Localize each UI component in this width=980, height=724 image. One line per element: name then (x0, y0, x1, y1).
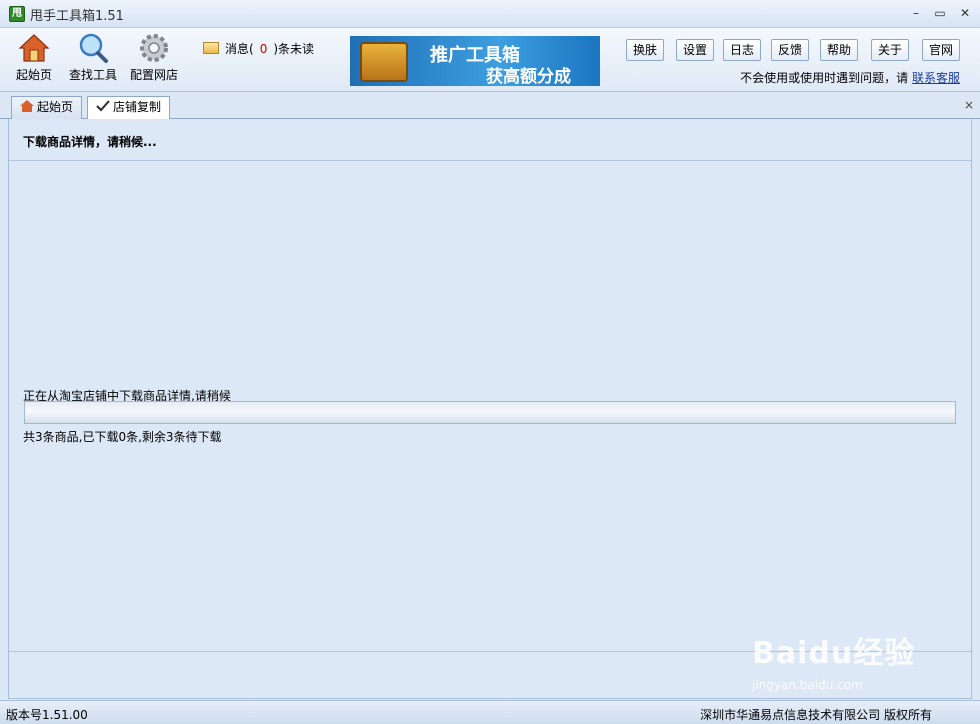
version-label: 版本号1.51.00 (6, 708, 88, 722)
window-title: 甩手工具箱1.51 (30, 9, 124, 24)
magnifier-icon (79, 33, 108, 63)
maximize-button[interactable]: ▭ (930, 4, 950, 22)
settings-button[interactable]: 设置 (676, 39, 715, 61)
tab-shop-copy-label: 店铺复制 (113, 100, 162, 114)
find-tools-button[interactable]: 查找工具 (65, 32, 121, 88)
main-panel: 下载商品详情，请稍候... 正在从淘宝店铺中下载商品详情,请稍候 共3条商品,已… (8, 119, 972, 699)
app-logo-icon: 甩 (9, 6, 25, 22)
skin-button[interactable]: 换肤 (626, 39, 665, 61)
message-suffix: )条未读 (273, 42, 315, 56)
unread-count: 0 (259, 42, 268, 56)
help-button[interactable]: 帮助 (820, 39, 859, 61)
toolbar: 起始页 查找工具 配置网店 消息( 0 )条未读 推广工具箱 获高额分成 换肤 设置… (0, 28, 980, 92)
title-bar: 甩 甩手工具箱1.51 – ▭ ✕ (0, 0, 980, 28)
minimize-button[interactable]: – (906, 4, 926, 22)
feedback-button[interactable]: 反馈 (771, 39, 810, 61)
watermark: Baidu经验 jingyan.baidu.com (752, 628, 952, 698)
panel-heading: 下载商品详情，请稍候... (23, 135, 157, 149)
website-button[interactable]: 官网 (922, 39, 961, 61)
copyright-label: 深圳市华通易点信息技术有限公司 版权所有 (700, 708, 932, 722)
tab-home-label: 起始页 (37, 100, 74, 114)
tab-home[interactable]: 起始页 (11, 96, 83, 119)
message-prefix: 消息( (225, 42, 254, 56)
message-indicator[interactable]: 消息( 0 )条未读 (203, 40, 314, 57)
config-shop-button[interactable]: 配置网店 (126, 32, 182, 88)
tab-strip: 起始页 店铺复制 × (0, 93, 980, 120)
gear-icon (140, 34, 168, 62)
download-count: 共3条商品,已下载0条,剩余3条待下载 (23, 430, 222, 444)
status-bar: 版本号1.51.00 深圳市华通易点信息技术有限公司 版权所有 (0, 700, 980, 724)
home-label: 起始页 (15, 68, 52, 82)
tab-shop-copy[interactable]: 店铺复制 (87, 96, 171, 120)
check-pen-icon (96, 100, 110, 112)
envelope-icon (203, 42, 219, 54)
log-button[interactable]: 日志 (723, 39, 762, 61)
contact-support-link[interactable]: 联系客服 (912, 71, 960, 85)
about-button[interactable]: 关于 (871, 39, 910, 61)
divider (9, 160, 971, 161)
help-text: 不会使用或使用时遇到问题，请 (740, 71, 909, 85)
watermark-logo: Baidu经验 (752, 636, 916, 671)
house-icon (18, 34, 50, 62)
banner-line2: 获高额分成 (486, 67, 571, 86)
treasure-chest-icon (360, 42, 408, 82)
close-button[interactable]: ✕ (955, 4, 975, 22)
close-tab-icon[interactable]: × (964, 98, 974, 112)
config-shop-label: 配置网店 (129, 68, 178, 82)
promo-banner[interactable]: 推广工具箱 获高额分成 (350, 36, 600, 86)
find-tools-label: 查找工具 (68, 68, 117, 82)
home-button[interactable]: 起始页 (6, 32, 62, 88)
watermark-url: jingyan.baidu.com (752, 678, 863, 692)
home-icon (20, 100, 34, 112)
help-hint: 不会使用或使用时遇到问题，请 联系客服 (740, 69, 960, 86)
download-progress-bar (24, 401, 956, 424)
